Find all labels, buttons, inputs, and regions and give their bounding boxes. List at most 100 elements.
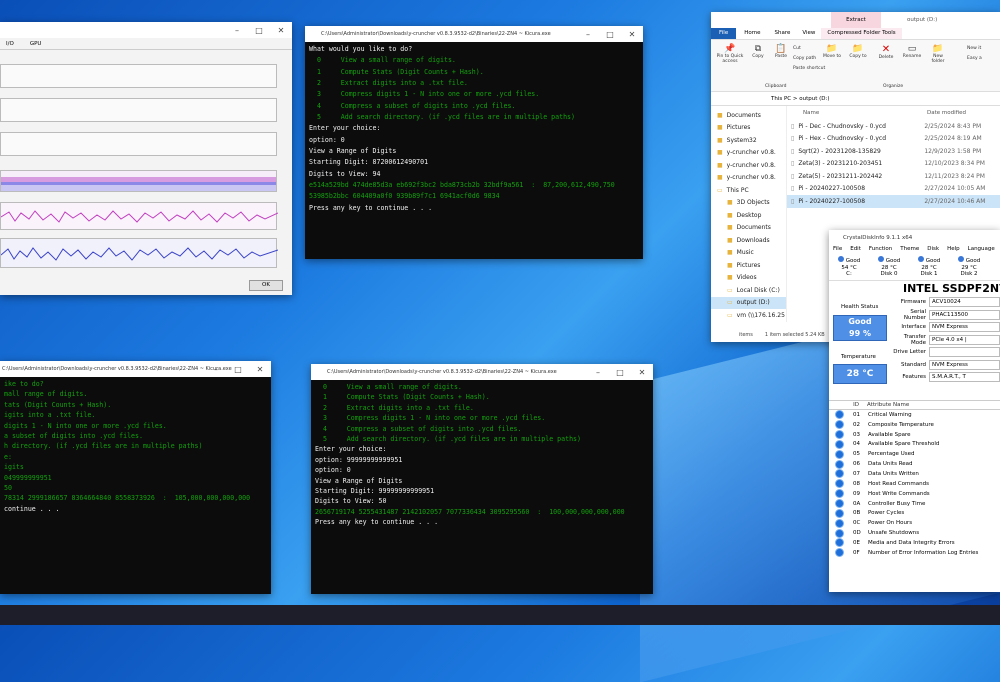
nav-item[interactable]: ■ y-cruncher v0.8.	[711, 172, 786, 185]
console-line: h directory. (if .ycd files are in multi…	[4, 442, 203, 451]
close-button[interactable]: ✕	[270, 22, 292, 38]
file-row[interactable]: ▯ Sqrt(2) - 20231208-135829 12/9/2023 1:58…	[787, 145, 1000, 158]
paste-shortcut-button[interactable]: Paste shortcut	[793, 64, 825, 74]
close-button[interactable]: ✕	[631, 364, 653, 380]
nav-item[interactable]: ▭ Local Disk (C:)	[711, 284, 786, 297]
drive-tab[interactable]: Good 28 °C Disk 0	[873, 256, 905, 280]
graph-4	[0, 170, 277, 192]
ribbon-tab-view[interactable]: View	[796, 28, 821, 39]
file-row[interactable]: ▯ Zeta(5) - 20231211-202442 12/11/2023 8:2…	[787, 170, 1000, 183]
drive-tab[interactable]: Good 54 °C C:	[833, 256, 865, 280]
pin-button[interactable]: 📌 Pin to Quick access	[715, 44, 745, 64]
ribbon-tab-home[interactable]: Home	[736, 28, 768, 39]
console-window-left: C:\Users\Administrator\Downloads\y-crunc…	[0, 361, 271, 594]
close-button[interactable]: ✕	[249, 361, 271, 377]
nav-item[interactable]: ■ Pictures	[711, 259, 786, 272]
column-date[interactable]: Date modified	[927, 110, 966, 116]
console-line: option: 0	[309, 135, 345, 144]
minimize-button[interactable]: –	[226, 22, 248, 38]
menu-language[interactable]: Language	[968, 246, 995, 256]
easy-access-button[interactable]: Easy a	[967, 54, 982, 64]
menu-help[interactable]: Help	[947, 246, 960, 256]
window-title: output (D:)	[907, 17, 938, 23]
nav-item[interactable]: ■ System32	[711, 134, 786, 147]
breadcrumb[interactable]: This PC > output (D:)	[771, 96, 830, 102]
nav-item[interactable]: ■ Documents	[711, 109, 786, 122]
ok-button[interactable]: OK	[249, 280, 283, 291]
attribute-row[interactable]: 01 Critical Warning	[835, 410, 1000, 420]
attribute-row[interactable]: 02 Composite Temperature	[835, 420, 1000, 430]
attribute-row[interactable]: 05 Percentage Used	[835, 449, 1000, 459]
attribute-row[interactable]: 0C Power On Hours	[835, 518, 1000, 528]
nav-item[interactable]: ▭ vm (\\176.16.25	[711, 309, 786, 322]
new-item-button[interactable]: New it	[967, 44, 982, 54]
column-name[interactable]: Name	[787, 110, 927, 116]
nav-item[interactable]: ■ Pictures	[711, 122, 786, 135]
attribute-row[interactable]: 08 Host Read Commands	[835, 479, 1000, 489]
maximize-button[interactable]: □	[609, 364, 631, 380]
nav-item[interactable]: ■ Downloads	[711, 234, 786, 247]
nav-item[interactable]: ■ y-cruncher v0.8.	[711, 147, 786, 160]
move-to-button[interactable]: 📁 Move to	[821, 44, 843, 59]
file-row[interactable]: ▯ Pi - Dec - Chudnovsky - 0.ycd 2/25/2024 …	[787, 120, 1000, 133]
attribute-name: Composite Temperature	[868, 421, 934, 428]
minimize-button[interactable]: –	[205, 361, 227, 377]
attribute-row[interactable]: 03 Available Spare	[835, 430, 1000, 440]
console-line: 1 Compute Stats (Digit Counts + Hash).	[315, 393, 490, 402]
copy-to-button[interactable]: 📁 Copy to	[847, 44, 869, 59]
tab-extract[interactable]: Extract	[831, 12, 881, 28]
file-row[interactable]: ▯ Pi - Hex - Chudnovsky - 0.ycd 2/25/2024 …	[787, 133, 1000, 146]
attribute-row[interactable]: 04 Available Spare Threshold	[835, 439, 1000, 450]
ribbon-tab-share[interactable]: Share	[768, 28, 796, 39]
nav-item[interactable]: ■ Videos	[711, 272, 786, 285]
attribute-row[interactable]: 0E Media and Data Integrity Errors	[835, 538, 1000, 548]
maximize-button[interactable]: □	[248, 22, 270, 38]
attribute-row[interactable]: 06 Data Units Read	[835, 459, 1000, 469]
attribute-row[interactable]: 09 Host Write Commands	[835, 489, 1000, 499]
minimize-button[interactable]: –	[577, 26, 599, 42]
nav-item[interactable]: ■ Documents	[711, 222, 786, 235]
rename-button[interactable]: ▭ Rename	[901, 44, 923, 59]
nav-item[interactable]: ■ 3D Objects	[711, 197, 786, 210]
new-folder-button[interactable]: 📁 New folder	[927, 44, 949, 64]
attribute-row[interactable]: 0F Number of Error Information Log Entrie…	[835, 548, 1000, 558]
drive-tab[interactable]: Good 28 °C Disk 1	[913, 256, 945, 280]
nav-item[interactable]: ■ Desktop	[711, 209, 786, 222]
ribbon: 📌 Pin to Quick access ⧉ Copy 📋 Paste Cut Co…	[711, 40, 1000, 92]
file-row[interactable]: ▯ Zeta(3) - 20231210-203451 12/10/2023 8:3…	[787, 158, 1000, 171]
console-line: 0 View a small range of digits.	[315, 383, 462, 391]
attribute-id: 03	[853, 431, 860, 438]
nav-item[interactable]: ■ y-cruncher v0.8.	[711, 159, 786, 172]
console-line: ike to do?	[4, 380, 44, 388]
column-id[interactable]: ID	[829, 402, 867, 408]
menu-theme[interactable]: Theme	[900, 246, 919, 256]
attribute-row[interactable]: 0B Power Cycles	[835, 508, 1000, 518]
file-row[interactable]: ▯ Pi - 20240227-100508 2/27/2024 10:46 AM	[787, 195, 1000, 208]
tab-io[interactable]: I/O	[6, 41, 14, 47]
column-attribute[interactable]: Attribute Name	[867, 402, 909, 408]
tab-gpu[interactable]: GPU	[30, 41, 42, 47]
attribute-row[interactable]: 0D Unsafe Shutdowns	[835, 528, 1000, 538]
maximize-button[interactable]: □	[599, 26, 621, 42]
nav-item[interactable]: ▭ This PC	[711, 184, 786, 197]
paste-button[interactable]: 📋 Paste	[771, 44, 791, 59]
menu-edit[interactable]: Edit	[850, 246, 861, 256]
minimize-button[interactable]: –	[587, 364, 609, 380]
delete-button[interactable]: ✕ Delete	[875, 44, 897, 60]
drive-status: Good	[845, 258, 861, 264]
menu-disk[interactable]: Disk	[927, 246, 939, 256]
drive-tab[interactable]: Good 29 °C Disk 2	[953, 256, 985, 280]
copy-icon: ⧉	[754, 44, 762, 54]
menu-function[interactable]: Function	[869, 246, 892, 256]
ribbon-tab-compressed[interactable]: Compressed Folder Tools	[821, 28, 902, 39]
attribute-row[interactable]: 07 Data Units Written	[835, 469, 1000, 479]
nav-item[interactable]: ▭ output (D:)	[711, 296, 786, 309]
ribbon-tab-file[interactable]: File	[711, 28, 737, 39]
nav-item[interactable]: ■ Music	[711, 247, 786, 260]
copy-button[interactable]: ⧉ Copy	[749, 44, 767, 59]
close-button[interactable]: ✕	[621, 26, 643, 42]
attribute-row[interactable]: 0A Controller Busy Time	[835, 499, 1000, 509]
file-row[interactable]: ▯ Pi - 20240227-100508 2/27/2024 10:05 AM	[787, 183, 1000, 196]
maximize-button[interactable]: □	[227, 361, 249, 377]
menu-file[interactable]: File	[833, 246, 842, 256]
